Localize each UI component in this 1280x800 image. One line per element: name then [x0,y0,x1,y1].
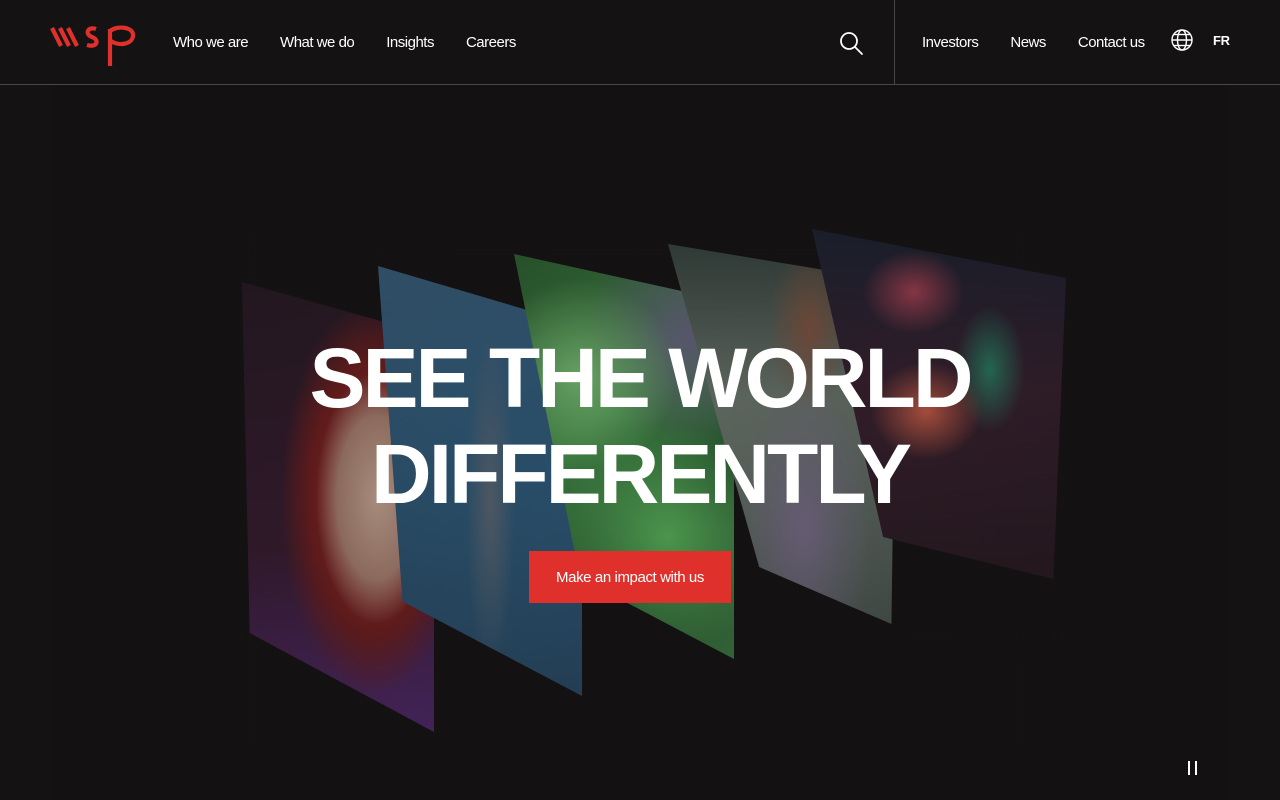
secondary-nav: Investors News Contact us [922,0,1145,84]
nav-insights[interactable]: Insights [386,34,434,51]
primary-nav: Who we are What we do Insights Careers [173,0,516,84]
nav-careers[interactable]: Careers [466,34,516,51]
nav-what-we-do[interactable]: What we do [280,34,355,51]
nav-contact-us[interactable]: Contact us [1078,34,1145,51]
globe-icon[interactable] [1170,28,1194,52]
nav-who-we-are[interactable]: Who we are [173,34,249,51]
make-an-impact-button[interactable]: Make an impact with us [529,551,731,603]
hero-title-line-1: SEE THE WORLD [309,331,973,425]
hero: SEE THE WORLD DIFFERENTLY Make an impact… [0,85,1280,800]
search-icon[interactable] [838,30,864,56]
wsp-logo[interactable] [50,22,138,68]
nav-investors[interactable]: Investors [922,34,979,51]
language-switch-fr[interactable]: FR [1213,33,1230,48]
hero-title: SEE THE WORLD DIFFERENTLY [0,330,1280,522]
hero-title-line-2: DIFFERENTLY [371,427,912,521]
site-header: Who we are What we do Insights Careers I… [0,0,1280,85]
pause-icon[interactable] [1185,759,1201,777]
page: Who we are What we do Insights Careers I… [0,0,1280,800]
nav-news[interactable]: News [1010,34,1046,51]
header-divider [894,0,895,84]
